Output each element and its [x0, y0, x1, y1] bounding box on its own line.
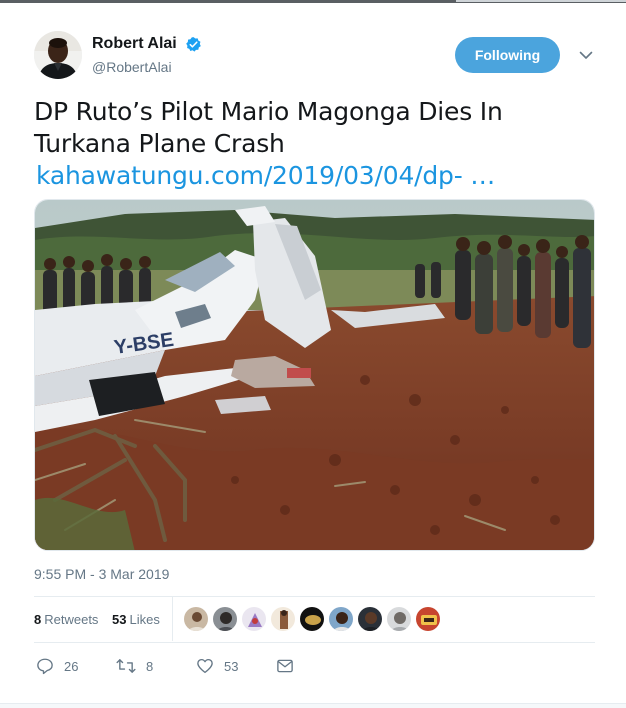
- liker-avatar[interactable]: [183, 606, 209, 632]
- avatar[interactable]: [34, 31, 82, 79]
- verified-badge-icon: [186, 36, 201, 52]
- direct-message-action[interactable]: [276, 655, 294, 677]
- liker-avatar[interactable]: [415, 606, 441, 632]
- divider-bottom: [34, 642, 595, 643]
- like-count: 53: [224, 658, 239, 674]
- tweet-actions: 26 8 53: [34, 655, 595, 679]
- tweet-text: DP Ruto’s Pilot Mario Magonga Dies In Tu…: [34, 97, 503, 158]
- retweet-count: 8: [146, 658, 154, 674]
- tweet-stats: 8 Retweets 53 Likes: [34, 597, 595, 641]
- avatar-image: [34, 31, 82, 79]
- stats-separator: [172, 597, 173, 641]
- liker-avatar[interactable]: [386, 606, 412, 632]
- reply-count: 26: [64, 658, 79, 674]
- liker-avatar[interactable]: [357, 606, 383, 632]
- retweets-stat[interactable]: 8 Retweets: [34, 612, 98, 627]
- liker-avatar[interactable]: [328, 606, 354, 632]
- liker-avatar[interactable]: [270, 606, 296, 632]
- following-button[interactable]: Following: [455, 37, 560, 73]
- bottom-border: [0, 703, 626, 708]
- tweet-link[interactable]: kahawatungu.com/2019/03/04/dp- …: [36, 160, 495, 192]
- tweet-photo[interactable]: Y-BSE: [34, 199, 595, 551]
- reply-icon: [37, 658, 53, 675]
- likes-label: Likes: [129, 612, 160, 627]
- retweets-count: 8: [34, 612, 42, 627]
- liker-avatar[interactable]: [299, 606, 325, 632]
- liker-avatar[interactable]: [241, 606, 267, 632]
- envelope-icon: [277, 659, 293, 673]
- like-action[interactable]: 53: [196, 655, 238, 677]
- author-names: Robert Alai @RobertAlai: [92, 35, 202, 75]
- retweet-icon: [116, 659, 136, 673]
- tweet-card: Robert Alai @RobertAlai Following DP Rut…: [0, 0, 626, 708]
- plane-crash-photo: Y-BSE: [35, 200, 594, 550]
- tweet-header: Robert Alai @RobertAlai Following: [34, 31, 594, 83]
- likes-stat[interactable]: 53 Likes: [112, 612, 160, 627]
- retweet-action[interactable]: 8: [116, 655, 153, 677]
- tweet-timestamp[interactable]: 9:55 PM - 3 Mar 2019: [34, 566, 169, 582]
- liker-avatar[interactable]: [212, 606, 238, 632]
- heart-icon: [197, 658, 213, 674]
- liker-avatars: [183, 606, 444, 632]
- author-handle[interactable]: @RobertAlai: [92, 59, 202, 75]
- author-display-name[interactable]: Robert Alai: [92, 35, 177, 53]
- chevron-down-icon[interactable]: [578, 47, 594, 63]
- likes-count: 53: [112, 612, 127, 627]
- retweets-label: Retweets: [44, 612, 99, 627]
- reply-action[interactable]: 26: [36, 655, 78, 677]
